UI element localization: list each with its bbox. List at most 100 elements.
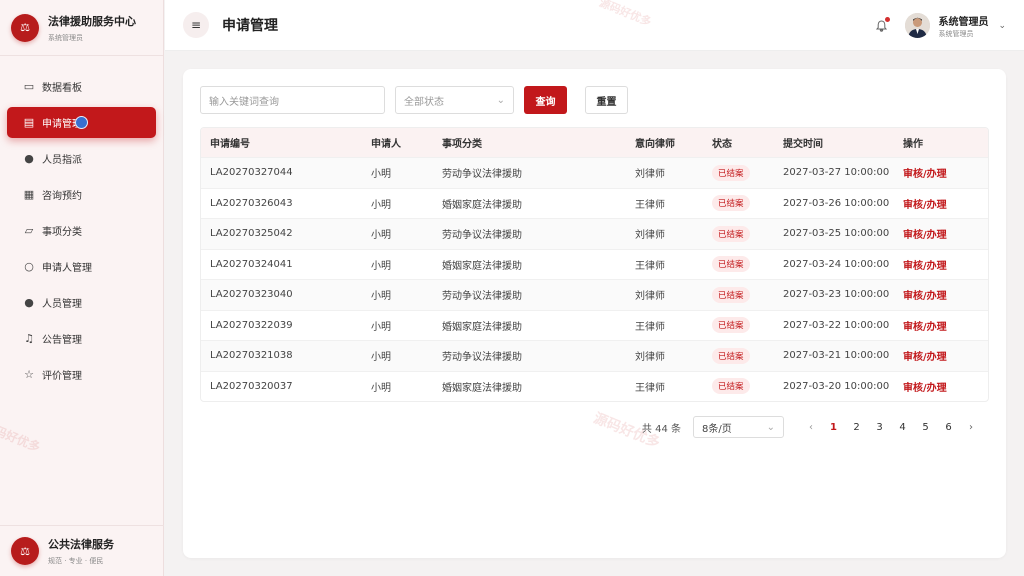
page-number[interactable]: 4 [891, 422, 914, 433]
action-link[interactable]: 审核/办理 [903, 230, 947, 241]
sidebar-nav: ▭ 数据看板 ▤ 申请管理 ● 人员指派 ▦ 咨询预约 ▱ 事项分类 ○ 申请人管理 ● 人员管理 ♫ 公告管… [0, 56, 163, 390]
action-link[interactable]: 审核/办理 [903, 169, 947, 180]
table-cell: 王律师 [635, 257, 712, 272]
table-cell: 小明 [371, 165, 442, 180]
application-id: LA20270327044 [210, 167, 293, 179]
table-row: LA20270327044 小明 劳动争议法律援助 刘律师 已结案 2027-03-27 … [201, 157, 988, 188]
user-icon: ● [24, 296, 34, 309]
sidebar-item[interactable]: ♫ 公告管理 [7, 323, 156, 354]
sidebar-item[interactable]: ○ 申请人管理 [7, 251, 156, 282]
bell-icon[interactable] [874, 16, 891, 33]
sidebar-item[interactable]: ▦ 咨询预约 [7, 179, 156, 210]
total-count: 共 44 条 [641, 423, 681, 435]
table-cell: 审核/办理 [903, 287, 988, 302]
next-page-icon[interactable]: › [960, 422, 982, 433]
action-link[interactable]: 审核/办理 [903, 352, 947, 363]
menu-toggle-icon[interactable]: ≡ [183, 12, 209, 38]
header: ≡ 申请管理 系统管理员 系统管理员 ⌄ [165, 0, 1024, 51]
category: 婚姻家庭法律援助 [442, 382, 522, 394]
table-row: LA20270322039 小明 婚姻家庭法律援助 王律师 已结案 2027-03-22 … [201, 309, 988, 341]
category: 婚姻家庭法律援助 [442, 260, 522, 272]
sidebar-item[interactable]: ☆ 评价管理 [7, 359, 156, 390]
submit-time: 2027-03-22 10:00:00 [783, 319, 890, 331]
chevron-down-icon[interactable]: ⌄ [998, 21, 1006, 31]
sidebar-item[interactable]: ▱ 事项分类 [7, 215, 156, 246]
table-cell: 2027-03-26 10:00:00 [783, 198, 903, 209]
user-role: 系统管理员 [938, 29, 974, 38]
table-cell: LA20270325042 [201, 228, 371, 239]
page-number[interactable]: 1 [822, 422, 845, 433]
category: 劳动争议法律援助 [442, 169, 522, 181]
sidebar-item[interactable]: ▤ 申请管理 [7, 107, 156, 138]
table-cell: 婚姻家庭法律援助 [442, 257, 635, 272]
status-select-label: 全部状态 [404, 96, 444, 108]
table-cell: 已结案 [712, 347, 783, 364]
application-id: LA20270320037 [210, 380, 293, 392]
action-link[interactable]: 审核/办理 [903, 200, 947, 211]
column-header: 申请人 [371, 139, 401, 150]
chevron-down-icon: ⌄ [496, 94, 505, 106]
action-link[interactable]: 审核/办理 [903, 383, 947, 394]
table-cell: 已结案 [712, 317, 783, 334]
table-cell: 2027-03-25 10:00:00 [783, 228, 903, 239]
table-cell: 审核/办理 [903, 318, 988, 333]
table-cell: 2027-03-24 10:00:00 [783, 259, 903, 270]
column-header: 状态 [712, 139, 732, 150]
pagination: 共 44 条 8条/页 ⌄ ‹ 123456 › [642, 416, 982, 438]
reset-button[interactable]: 重置 [585, 86, 628, 114]
category: 婚姻家庭法律援助 [442, 199, 522, 211]
table-cell: 已结案 [712, 195, 783, 212]
sidebar-item-label: 人员指派 [42, 155, 82, 166]
lawyer: 王律师 [635, 199, 665, 211]
table-cell: 已结案 [712, 225, 783, 242]
prev-page-icon[interactable]: ‹ [800, 422, 822, 433]
category: 劳动争议法律援助 [442, 230, 522, 242]
user-icon: ● [24, 152, 34, 165]
status-badge: 已结案 [712, 164, 750, 181]
user-name[interactable]: 系统管理员 [938, 13, 988, 28]
table-cell: 审核/办理 [903, 196, 988, 211]
table-cell: 已结案 [712, 164, 783, 181]
star-icon: ☆ [24, 368, 34, 381]
table-row: LA20270320037 小明 婚姻家庭法律援助 王律师 已结案 2027-03-20 … [201, 370, 988, 402]
table-cell: 婚姻家庭法律援助 [442, 196, 635, 211]
table-cell: 审核/办理 [903, 226, 988, 241]
sidebar-item[interactable]: ● 人员指派 [7, 143, 156, 174]
action-link[interactable]: 审核/办理 [903, 291, 947, 302]
sidebar-item[interactable]: ▭ 数据看板 [7, 71, 156, 102]
table-row: LA20270324041 小明 婚姻家庭法律援助 王律师 已结案 2027-03-24 … [201, 248, 988, 280]
document-icon: ▤ [23, 116, 35, 129]
status-select[interactable]: 全部状态 ⌄ [395, 86, 514, 114]
page-number[interactable]: 3 [868, 422, 891, 433]
table-cell: 已结案 [712, 378, 783, 395]
status-badge: 已结案 [712, 317, 750, 334]
status-badge: 已结案 [712, 256, 750, 273]
table-cell: 小明 [371, 257, 442, 272]
table-cell: 审核/办理 [903, 257, 988, 272]
applicant-name: 小明 [371, 291, 391, 303]
column-header: 申请编号 [210, 139, 250, 150]
status-badge: 已结案 [712, 378, 750, 395]
search-button[interactable]: 查询 [524, 86, 567, 114]
table-row: LA20270325042 小明 劳动争议法律援助 刘律师 已结案 2027-03-25 … [201, 218, 988, 249]
table-cell: 小明 [371, 348, 442, 363]
table-cell: 2027-03-23 10:00:00 [783, 289, 903, 300]
status-badge: 已结案 [712, 347, 750, 364]
keyword-search-input[interactable]: 输入关键词查询 [200, 86, 385, 114]
page-size-select[interactable]: 8条/页 ⌄ [693, 416, 784, 438]
status-badge: 已结案 [712, 225, 750, 242]
application-id: LA20270322039 [210, 319, 293, 331]
filter-bar: 输入关键词查询 全部状态 ⌄ 查询 重置 [200, 86, 628, 114]
table-cell: 刘律师 [635, 165, 712, 180]
avatar[interactable] [905, 13, 931, 38]
sidebar-item-label: 人员管理 [42, 299, 82, 310]
page-number[interactable]: 6 [937, 422, 960, 433]
table-cell: 劳动争议法律援助 [442, 287, 635, 302]
action-link[interactable]: 审核/办理 [903, 322, 947, 333]
sidebar-item[interactable]: ● 人员管理 [7, 287, 156, 318]
page-number[interactable]: 5 [914, 422, 937, 433]
page-number[interactable]: 2 [845, 422, 868, 433]
column-header: 提交时间 [783, 139, 823, 150]
action-link[interactable]: 审核/办理 [903, 261, 947, 272]
bell-icon: ♫ [24, 332, 34, 345]
